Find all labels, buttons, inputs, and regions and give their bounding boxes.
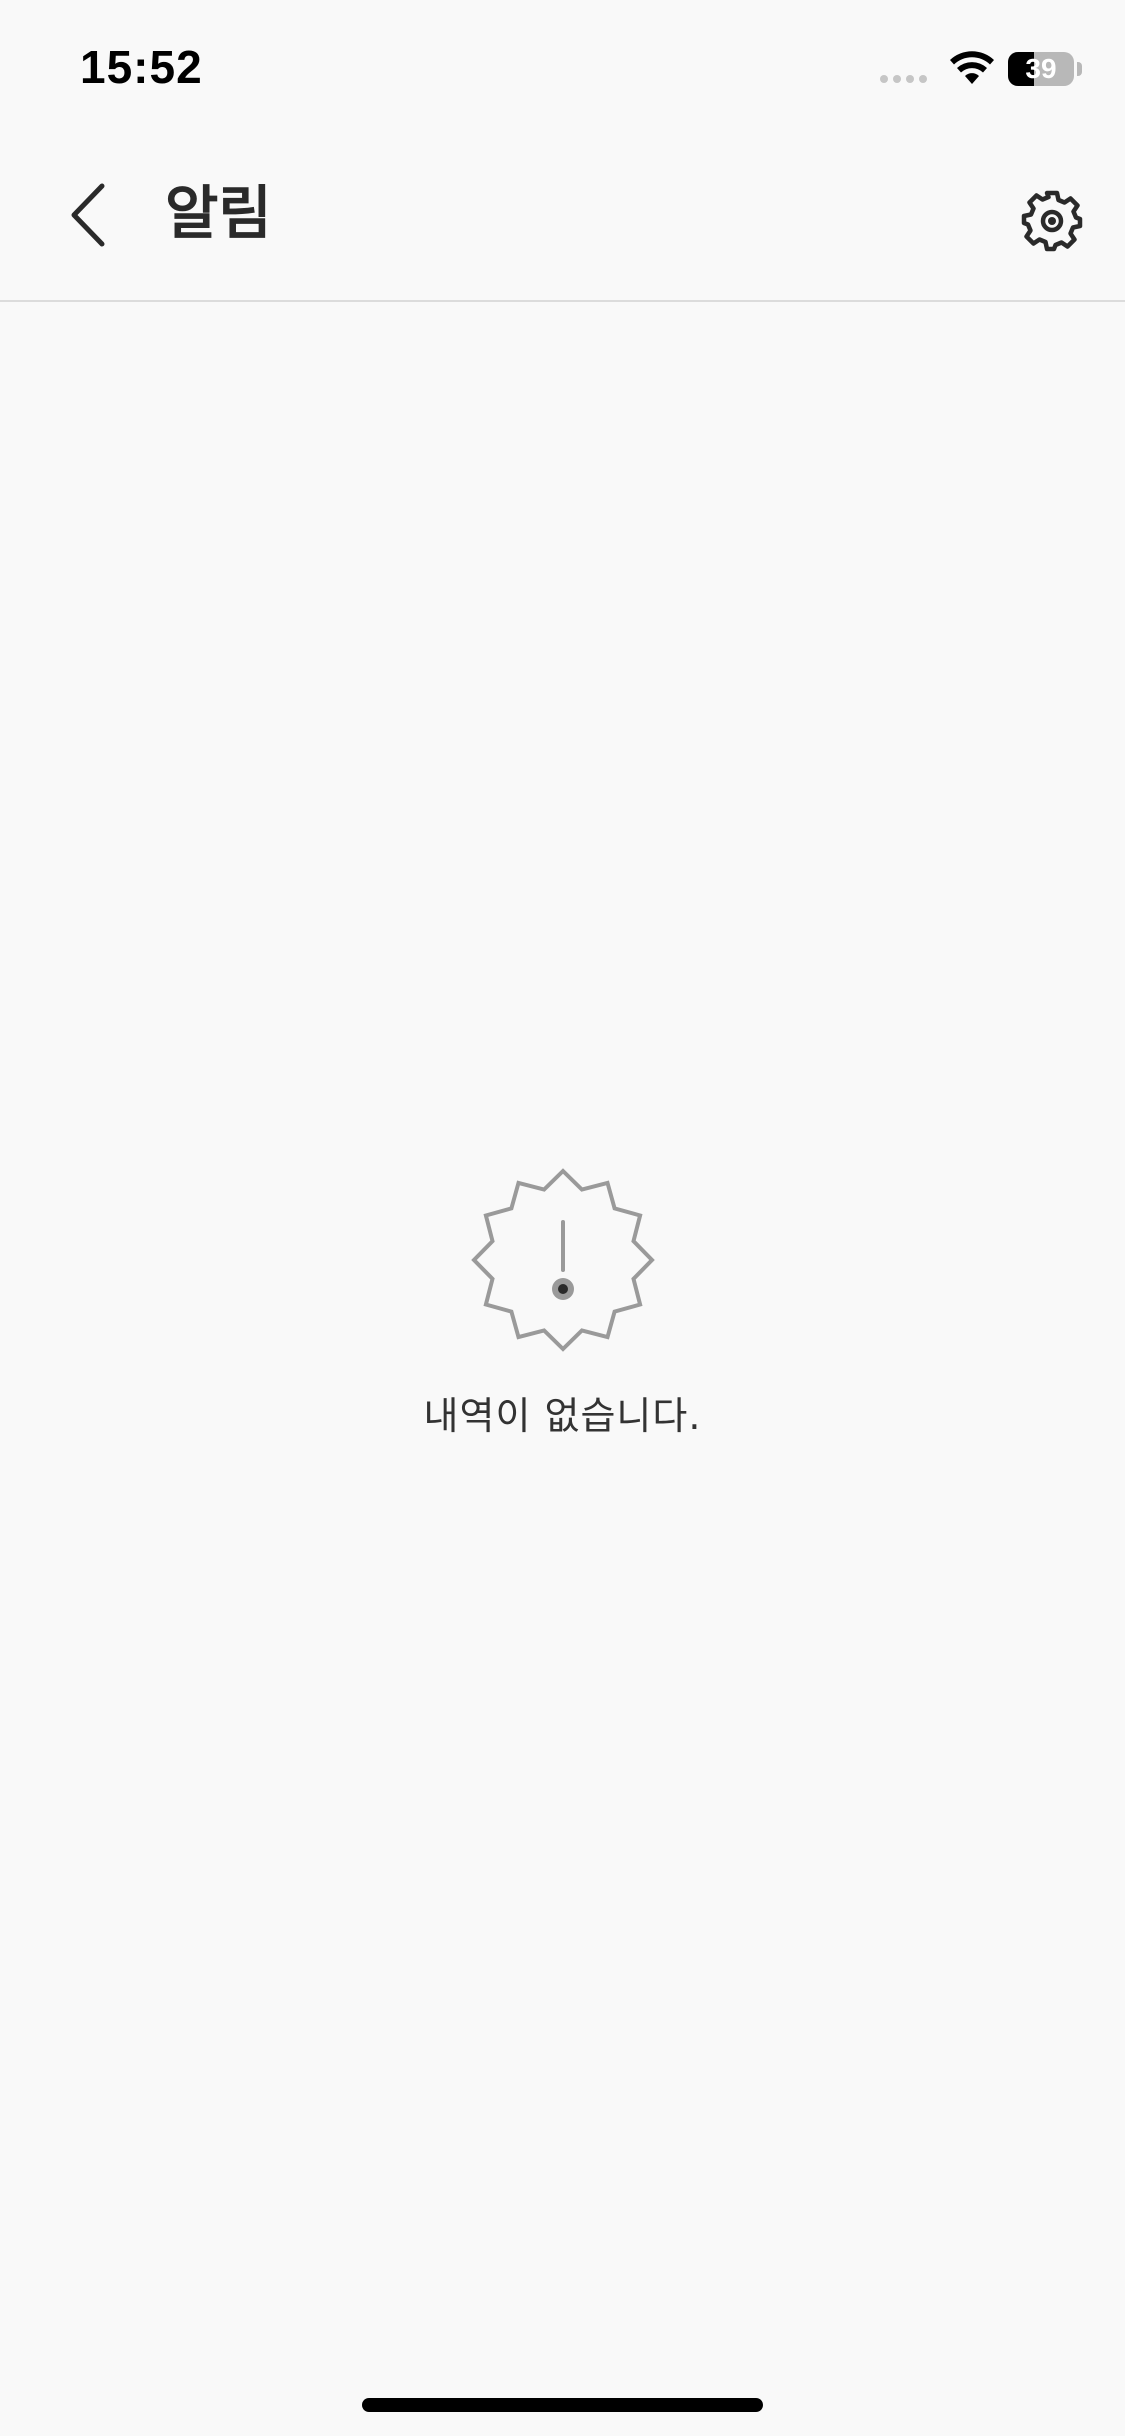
battery-level: 39 — [1025, 53, 1057, 84]
status-time: 15:52 — [80, 41, 203, 93]
home-indicator[interactable] — [362, 2398, 763, 2412]
notifications-screen: 15:52 39 알림 내역이 없습니다. — [0, 0, 1125, 2436]
status-bar: 15:52 39 — [0, 0, 1125, 135]
cellular-signal-icon — [880, 75, 927, 83]
chevron-left-icon — [71, 183, 105, 247]
wifi-icon — [950, 51, 994, 84]
battery-cap — [1077, 62, 1082, 76]
empty-state: 내역이 없습니다. — [0, 1165, 1125, 1440]
settings-button[interactable] — [1012, 181, 1092, 261]
gear-icon — [1021, 190, 1083, 252]
navigation-header: 알림 — [0, 135, 1125, 302]
empty-message: 내역이 없습니다. — [423, 1394, 702, 1438]
back-button[interactable] — [48, 175, 128, 255]
page-title: 알림 — [165, 179, 272, 247]
battery-icon: 39 — [1008, 52, 1074, 86]
alert-badge-icon — [470, 1168, 655, 1352]
